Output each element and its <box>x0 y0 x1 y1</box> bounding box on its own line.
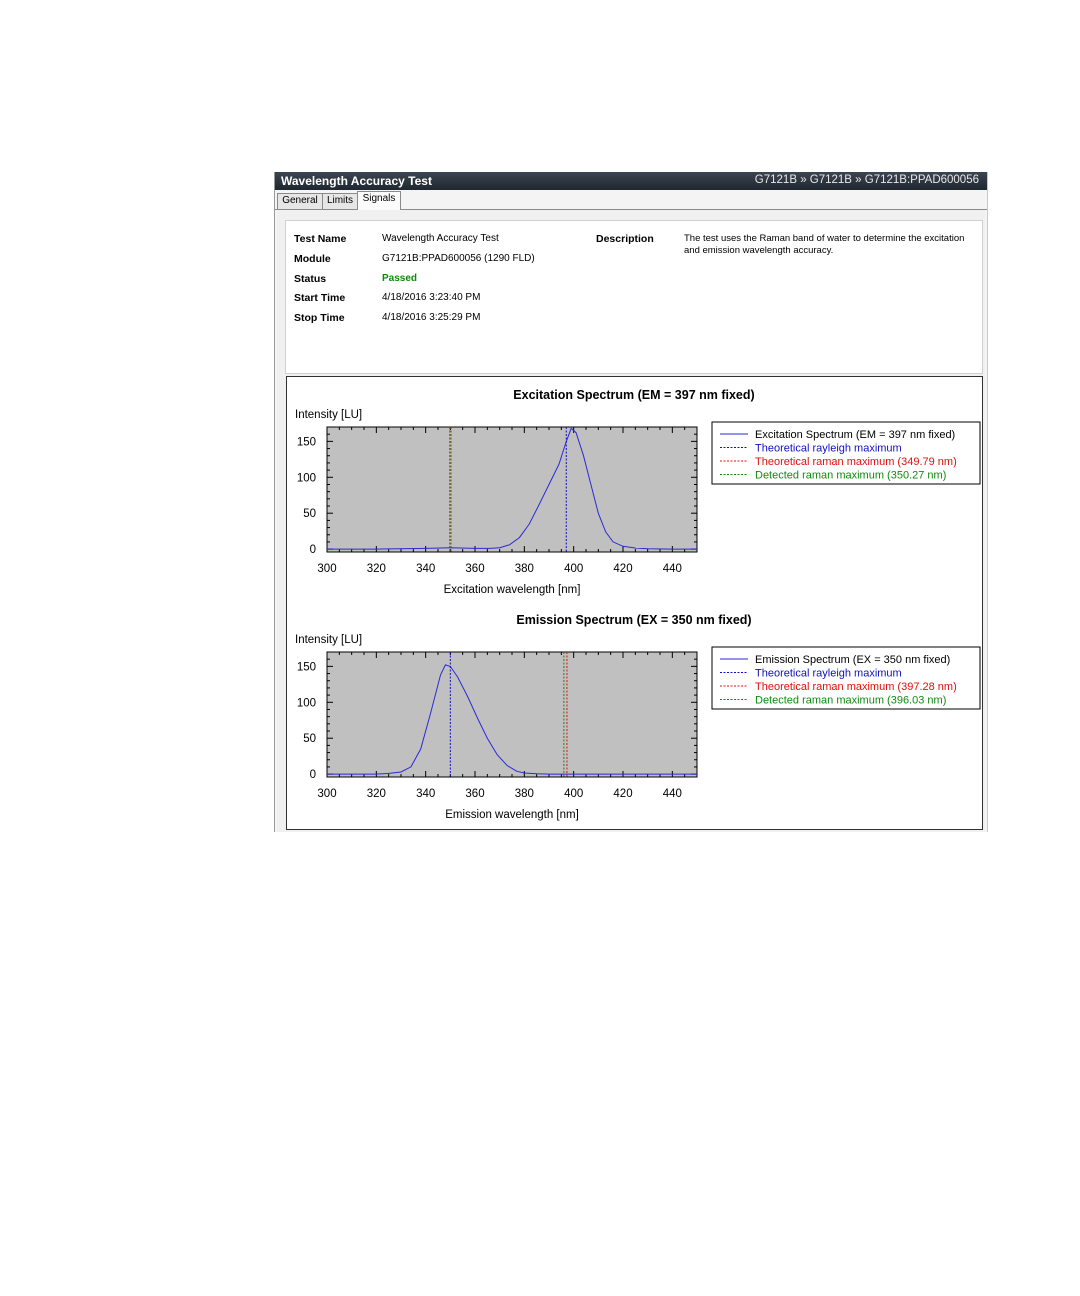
legend-entry: Theoretical raman maximum (397.28 nm) <box>755 681 957 693</box>
legend-entry: Theoretical raman maximum (349.79 nm) <box>755 456 957 468</box>
start-time-label: Start Time <box>294 292 346 304</box>
title-bar: Wavelength Accuracy Test G7121B » G7121B… <box>275 172 987 190</box>
window-title: Wavelength Accuracy Test <box>281 174 432 188</box>
legend-entry: Theoretical rayleigh maximum <box>755 668 902 680</box>
test-name-label: Test Name <box>294 233 347 245</box>
legend-entry: Theoretical rayleigh maximum <box>755 443 902 455</box>
x-tick-label: 360 <box>465 563 484 575</box>
test-name-value: Wavelength Accuracy Test <box>382 233 499 244</box>
legend-entry: Emission Spectrum (EX = 350 nm fixed) <box>755 654 950 666</box>
excitation-chart-panel: Excitation Spectrum (EM = 397 nm fixed) I… <box>286 376 983 604</box>
x-tick-label: 320 <box>367 788 386 800</box>
chart-title: Excitation Spectrum (EM = 397 nm fixed) <box>513 388 754 402</box>
y-axis-label: Intensity [LU] <box>295 409 362 421</box>
emission-spectrum-chart: Emission Spectrum (EX = 350 nm fixed) Int… <box>295 613 981 821</box>
x-tick-label: 440 <box>663 563 682 575</box>
signals-tab-content: Test Name Wavelength Accuracy Test Modul… <box>277 210 985 832</box>
y-tick-label: 0 <box>310 769 316 781</box>
x-tick-label: 320 <box>367 563 386 575</box>
legend-entry: Excitation Spectrum (EM = 397 nm fixed) <box>755 429 955 441</box>
module-value: G7121B:PPAD600056 (1290 FLD) <box>382 253 535 264</box>
y-tick-label: 100 <box>297 472 316 484</box>
tab-limits[interactable]: Limits <box>322 193 358 209</box>
excitation-spectrum-chart: Excitation Spectrum (EM = 397 nm fixed) I… <box>295 388 981 596</box>
x-tick-label: 380 <box>515 788 534 800</box>
y-tick-label: 150 <box>297 436 316 448</box>
stop-time-value: 4/18/2016 3:25:29 PM <box>382 312 481 323</box>
breadcrumb[interactable]: G7121B » G7121B » G7121B:PPAD600056 <box>755 174 979 186</box>
plot-area <box>326 651 698 778</box>
x-tick-label: 400 <box>564 788 583 800</box>
start-time-value: 4/18/2016 3:23:40 PM <box>382 292 481 303</box>
stop-time-label: Stop Time <box>294 312 345 324</box>
plot-area <box>326 426 698 553</box>
x-tick-label: 420 <box>613 563 632 575</box>
x-tick-label: 420 <box>613 788 632 800</box>
x-tick-label: 400 <box>564 563 583 575</box>
y-tick-label: 0 <box>310 544 316 556</box>
y-tick-label: 100 <box>297 697 316 709</box>
x-tick-label: 300 <box>317 788 336 800</box>
x-axis-label: Emission wavelength [nm] <box>445 809 579 821</box>
y-tick-label: 50 <box>303 733 316 745</box>
status-value: Passed <box>382 273 418 284</box>
legend-entry: Detected raman maximum (350.27 nm) <box>755 470 946 482</box>
y-tick-label: 50 <box>303 508 316 520</box>
y-tick-label: 150 <box>297 661 316 673</box>
emission-chart-panel: Emission Spectrum (EX = 350 nm fixed) Int… <box>286 602 983 830</box>
tab-signals[interactable]: Signals <box>357 191 401 210</box>
x-tick-label: 300 <box>317 563 336 575</box>
chart-title: Emission Spectrum (EX = 350 nm fixed) <box>516 613 751 627</box>
report-window: Wavelength Accuracy Test G7121B » G7121B… <box>274 172 988 832</box>
x-tick-label: 360 <box>465 788 484 800</box>
x-tick-label: 440 <box>663 788 682 800</box>
legend-entry: Detected raman maximum (396.03 nm) <box>755 695 946 707</box>
status-label: Status <box>294 273 327 285</box>
x-tick-label: 340 <box>416 788 435 800</box>
tab-general[interactable]: General <box>277 193 323 209</box>
y-axis-label: Intensity [LU] <box>295 634 362 646</box>
module-label: Module <box>294 253 331 265</box>
description-label: Description <box>596 233 654 245</box>
test-info-panel: Test Name Wavelength Accuracy Test Modul… <box>285 220 983 374</box>
description-value: The test uses the Raman band of water to… <box>684 233 965 256</box>
x-tick-label: 340 <box>416 563 435 575</box>
x-axis-label: Excitation wavelength [nm] <box>444 584 581 596</box>
x-tick-label: 380 <box>515 563 534 575</box>
